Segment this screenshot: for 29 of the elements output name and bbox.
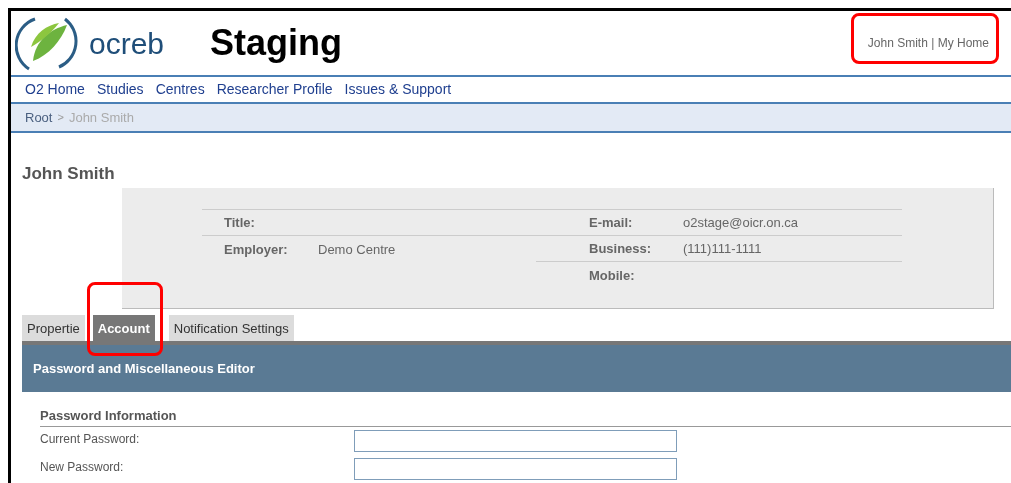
nav-link[interactable]: Issues & Support (344, 79, 452, 100)
field-label: Employer: (224, 240, 289, 259)
breadcrumb-link[interactable]: Root (25, 107, 53, 128)
field-value: Demo Centre (318, 240, 396, 259)
panel-header: Password and Miscellaneous Editor (22, 341, 1011, 392)
field-label: New Password: (40, 459, 125, 476)
breadcrumb-current: John Smith (68, 108, 134, 127)
tab[interactable]: Propertie (22, 315, 85, 342)
site-title: Staging (210, 21, 343, 65)
logo-text: ocreb (89, 25, 165, 62)
page-title: John Smith (22, 162, 116, 185)
nav-link[interactable]: Studies (96, 79, 144, 100)
password-field[interactable] (354, 430, 677, 452)
tab[interactable]: Notification Settings (168, 315, 294, 342)
nav-link[interactable]: O2 Home (25, 79, 85, 100)
field-label: Mobile: (589, 266, 636, 285)
field-label: E-mail: (589, 214, 634, 233)
field-value: (111)111-1111 (683, 240, 762, 259)
user-links[interactable]: John Smith | My Home (867, 34, 989, 52)
field-label: Title: (224, 214, 256, 233)
section-heading: Password Information (40, 405, 1011, 427)
breadcrumb-separator: > (57, 110, 64, 126)
nav-link[interactable]: Researcher Profile (216, 79, 333, 100)
field-value: o2stage@oicr.on.ca (683, 214, 799, 233)
tab[interactable]: Account (92, 315, 155, 342)
password-field[interactable] (354, 458, 677, 480)
field-label: Business: (589, 240, 653, 259)
nav-link[interactable]: Centres (155, 79, 205, 100)
field-label: Current Password: (40, 431, 141, 448)
